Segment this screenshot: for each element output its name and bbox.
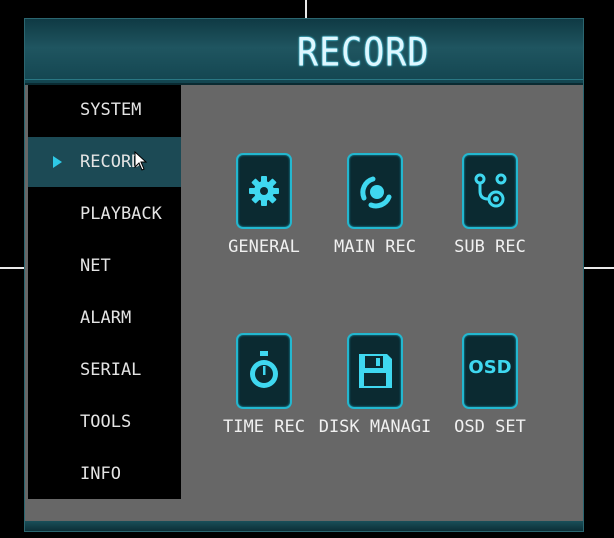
mouse-cursor-icon bbox=[134, 151, 148, 171]
record-menu-window: RECORD SYSTEM RECORD PLAYBACK NET ALARM … bbox=[24, 18, 584, 532]
sidebar-item-tools[interactable]: TOOLS bbox=[28, 397, 181, 447]
sidebar-item-label: PLAYBACK bbox=[80, 204, 162, 224]
sidebar-item-label: ALARM bbox=[80, 308, 132, 328]
main-rec-tile[interactable]: MAIN REC bbox=[320, 153, 430, 283]
sidebar-item-label: SERIAL bbox=[80, 360, 142, 380]
title-bar: RECORD bbox=[25, 19, 583, 85]
crosshair-right bbox=[584, 267, 614, 269]
general-tile[interactable]: GENERAL bbox=[209, 153, 319, 283]
sub-rec-label: SUB REC bbox=[454, 237, 526, 257]
crosshair-top bbox=[305, 0, 307, 18]
sidebar-item-system[interactable]: SYSTEM bbox=[28, 85, 181, 135]
osd-icon-text: OSD bbox=[468, 357, 512, 378]
sidebar-item-serial[interactable]: SERIAL bbox=[28, 345, 181, 395]
page-title: RECORD bbox=[297, 30, 430, 76]
sidebar-item-info[interactable]: INFO bbox=[28, 449, 181, 499]
bottom-bar bbox=[25, 521, 583, 531]
sidebar-item-label: INFO bbox=[80, 464, 121, 484]
sidebar: SYSTEM RECORD PLAYBACK NET ALARM SERIAL … bbox=[28, 85, 181, 499]
sidebar-item-label: NET bbox=[80, 256, 111, 276]
selection-arrow-icon bbox=[53, 156, 62, 168]
sidebar-item-alarm[interactable]: ALARM bbox=[28, 293, 181, 343]
sidebar-item-label: TOOLS bbox=[80, 412, 132, 432]
stopwatch-icon bbox=[236, 333, 292, 409]
osd-icon: OSD bbox=[462, 333, 518, 409]
osd-set-tile[interactable]: OSD OSD SET bbox=[435, 333, 545, 463]
osd-set-label: OSD SET bbox=[454, 417, 526, 437]
main-rec-icon bbox=[347, 153, 403, 229]
sidebar-item-label: SYSTEM bbox=[80, 100, 142, 120]
sidebar-item-playback[interactable]: PLAYBACK bbox=[28, 189, 181, 239]
sub-rec-icon bbox=[462, 153, 518, 229]
gear-icon bbox=[236, 153, 292, 229]
sub-rec-tile[interactable]: SUB REC bbox=[435, 153, 545, 283]
time-rec-tile[interactable]: TIME REC bbox=[209, 333, 319, 463]
sidebar-item-record[interactable]: RECORD bbox=[28, 137, 181, 187]
sidebar-item-label: RECORD bbox=[80, 152, 142, 172]
disk-manage-tile[interactable]: DISK MANAGI bbox=[319, 333, 431, 463]
floppy-disk-icon bbox=[347, 333, 403, 409]
sidebar-item-net[interactable]: NET bbox=[28, 241, 181, 291]
